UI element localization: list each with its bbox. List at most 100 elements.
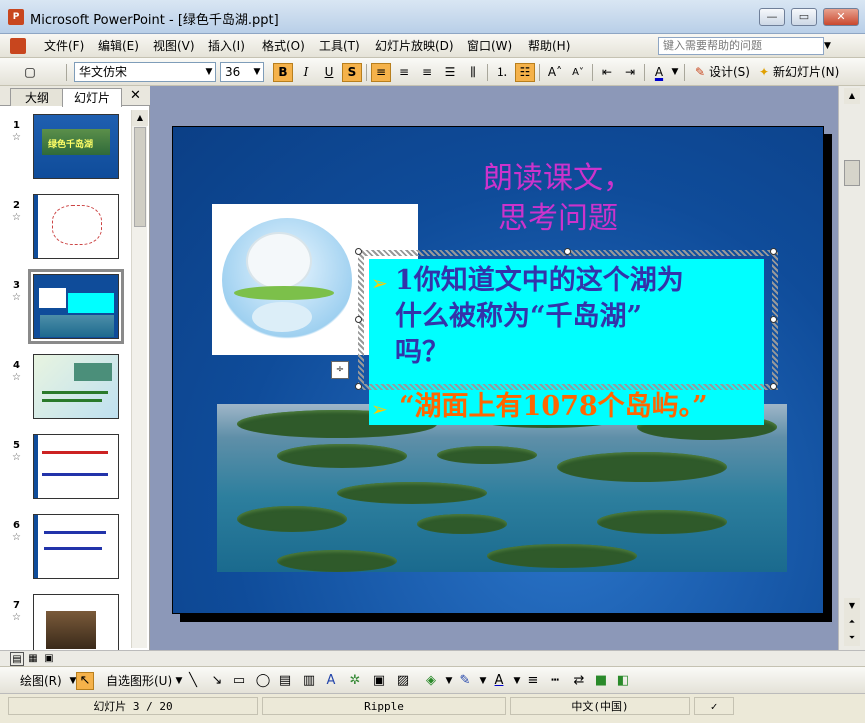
previous-slide-icon[interactable]: ⏶ [844,614,860,630]
font-size-dropdown-icon[interactable]: ▼ [250,63,264,81]
vertical-text-box-icon[interactable]: ▥ [300,672,318,690]
maximize-button[interactable]: ▭ [791,8,817,26]
3d-style-icon[interactable]: ◧ [614,672,632,690]
menu-window[interactable]: 窗口(W) [467,37,512,55]
toolbar-divider [66,64,67,81]
bullets-icon[interactable]: ☷ [515,63,535,82]
line-style-icon[interactable]: ≡ [524,672,542,690]
scroll-down-icon[interactable]: ▼ [844,598,860,614]
slide-thumbnail-1[interactable]: 绿色千岛湖 [33,114,119,179]
justify-icon[interactable]: ☰ [440,63,460,82]
font-color-button[interactable]: A [649,63,669,82]
close-button[interactable]: ✕ [823,8,859,26]
slide-thumbnail-3[interactable] [28,269,124,344]
scroll-up-icon[interactable]: ▲ [132,110,148,126]
powerpoint-app-icon[interactable]: P [8,9,24,25]
line-color-icon[interactable]: ✎ [456,672,474,690]
close-panel-icon[interactable]: ✕ [130,88,141,103]
resize-handle[interactable] [355,316,362,323]
slide-show-view-icon[interactable]: ▣ [42,652,56,666]
line-icon[interactable]: ╲ [184,672,202,690]
help-dropdown-icon[interactable]: ▼ [824,38,836,54]
help-search-input[interactable]: 键入需要帮助的问题 [658,37,824,55]
resize-handle[interactable] [770,248,777,255]
dash-style-icon[interactable]: ┅ [546,672,564,690]
fill-color-icon[interactable]: ◈ [422,672,440,690]
menu-view[interactable]: 视图(V) [153,37,195,55]
rectangle-icon[interactable]: ▭ [230,672,248,690]
panel-scrollbar[interactable]: ▲ [131,110,148,648]
slide-thumbnail-6[interactable] [33,514,119,579]
underline-button[interactable]: U [319,63,339,82]
bold-button[interactable]: B [273,63,293,82]
menu-edit[interactable]: 编辑(E) [98,37,139,55]
shadow-style-icon[interactable]: ■ [592,672,610,690]
menu-insert[interactable]: 插入(I) [208,37,245,55]
increase-indent-icon[interactable]: ⇥ [620,63,640,82]
font-name-select[interactable]: 华文仿宋 [74,62,216,82]
font-name-dropdown-icon[interactable]: ▼ [202,63,216,81]
resize-handle[interactable] [770,383,777,390]
autofit-options-icon[interactable]: ÷ [331,361,349,379]
resize-handle[interactable] [564,248,571,255]
clipart-icon[interactable]: ▣ [370,672,388,690]
arrow-icon[interactable]: ↘ [208,672,226,690]
tab-outline[interactable]: 大纲 [10,88,64,106]
draw-font-color-icon[interactable]: A [490,672,508,690]
slide-title[interactable]: 朗读课文， 思考问题 [468,159,648,239]
normal-view-icon[interactable]: ▤ [10,652,24,666]
slide-thumbnail-2[interactable] [33,194,119,259]
resize-handle[interactable] [770,316,777,323]
slide-sorter-view-icon[interactable]: ▦ [26,652,40,666]
menu-file[interactable]: 文件(F) [44,37,84,55]
draw-menu-button[interactable]: 绘图(R) [20,672,62,690]
decrease-font-icon[interactable]: A˅ [568,63,588,82]
text-box-icon[interactable]: ▤ [276,672,294,690]
new-slide-icon[interactable]: ✦ [754,63,774,82]
spell-check-icon[interactable]: ✓ [694,697,734,715]
align-right-icon[interactable]: ≡ [417,63,437,82]
select-pointer-icon[interactable]: ↖ [76,672,94,690]
text-direction-icon[interactable]: ⫼ [463,63,483,82]
slide-canvas[interactable]: 朗读课文， 思考问题 ➢ 1你知道文中的这个湖为 什么被称为“千岛湖” 吗？ ➢… [172,126,824,614]
next-slide-icon[interactable]: ⏷ [844,630,860,646]
menu-tools[interactable]: 工具(T) [319,37,360,55]
vertical-scrollbar[interactable]: ▲ ▼ ⏶ ⏷ [838,86,865,650]
resize-handle[interactable] [355,383,362,390]
scroll-thumb[interactable] [844,160,860,186]
new-slide-button[interactable]: 新幻灯片(N) [773,63,839,82]
slide-thumbnail-7[interactable] [33,594,119,650]
shadow-button[interactable]: S [342,63,362,82]
increase-font-icon[interactable]: A˄ [545,63,565,82]
decrease-indent-icon[interactable]: ⇤ [597,63,617,82]
autoshapes-button[interactable]: 自选图形(U) [106,672,172,690]
scroll-thumb[interactable] [134,127,146,227]
insert-picture-icon[interactable]: ▨ [394,672,412,690]
italic-button[interactable]: I [296,63,316,82]
bullet-1-line-1: 1你知道文中的这个湖为 [395,265,684,296]
menu-help[interactable]: 帮助(H) [528,37,570,55]
scroll-up-icon[interactable]: ▲ [844,88,860,104]
oval-icon[interactable]: ◯ [254,672,272,690]
tab-slides[interactable]: 幻灯片 [62,88,122,107]
wordart-icon[interactable]: A [322,672,340,690]
menu-format[interactable]: 格式(O) [262,37,305,55]
font-color-dropdown-icon[interactable]: ▼ [668,63,682,81]
diagram-icon[interactable]: ✲ [346,672,364,690]
slide-thumbnail-5[interactable] [33,434,119,499]
align-center-icon[interactable]: ≡ [394,63,414,82]
horizontal-scrollbar[interactable] [60,652,838,666]
numbering-icon[interactable]: ⒈ [492,63,512,82]
arrow-style-icon[interactable]: ⇄ [570,672,588,690]
minimize-button[interactable]: — [759,8,785,26]
new-document-icon[interactable]: ▢ [20,63,40,82]
bullet-arrow-icon: ➢ [371,271,388,295]
resize-handle[interactable] [355,248,362,255]
document-icon[interactable] [10,38,26,54]
lake-islands-photo[interactable] [217,404,787,572]
design-icon[interactable]: ✎ [690,63,710,82]
design-button[interactable]: 设计(S) [709,63,750,82]
menu-slideshow[interactable]: 幻灯片放映(D) [375,37,454,55]
slide-thumbnail-4[interactable] [33,354,119,419]
align-left-icon[interactable]: ≡ [371,63,391,82]
